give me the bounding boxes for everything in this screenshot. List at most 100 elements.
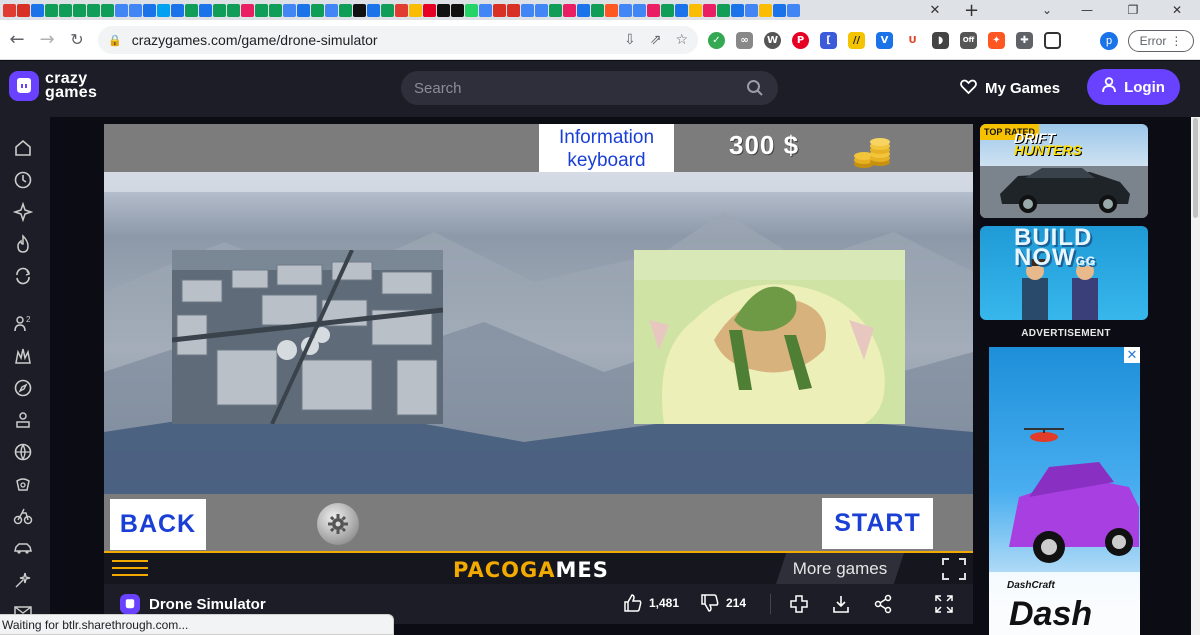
report-icon[interactable]: [788, 593, 810, 615]
dislike-button[interactable]: 214: [700, 593, 746, 613]
search-input[interactable]: [414, 79, 714, 97]
hamburger-menu-icon[interactable]: [112, 560, 148, 578]
pinned-tab-favicon-icon[interactable]: [409, 3, 422, 17]
pinned-tab-favicon-icon[interactable]: [73, 3, 86, 17]
forward-arrow-icon[interactable]: →: [32, 25, 62, 55]
bookmark-star-icon[interactable]: ☆: [675, 32, 688, 48]
recent-icon[interactable]: [12, 169, 34, 191]
wordpress-extension-icon[interactable]: W: [764, 31, 781, 49]
error-button[interactable]: Error ⋮: [1128, 30, 1194, 52]
pinned-tab-favicon-icon[interactable]: [577, 3, 590, 17]
my-games-link[interactable]: My Games: [960, 79, 1060, 98]
fullscreen-corners-icon[interactable]: [942, 558, 966, 585]
stripes-extension-icon[interactable]: //: [848, 31, 865, 49]
shooting-icon[interactable]: [12, 569, 34, 591]
check-extension-icon[interactable]: ✓: [708, 31, 725, 49]
pinned-tab-favicon-icon[interactable]: [549, 3, 562, 17]
pinned-tab-favicon-icon[interactable]: [675, 3, 688, 17]
game-canvas[interactable]: Information keyboard 300 $ BACK START: [104, 124, 973, 551]
pinned-tab-favicon-icon[interactable]: [31, 3, 44, 17]
settings-gear-button[interactable]: [317, 503, 359, 545]
pinned-tab-favicon-icon[interactable]: [773, 3, 786, 17]
pinned-tab-favicon-icon[interactable]: [367, 3, 380, 17]
adventure-icon[interactable]: [12, 377, 34, 399]
back-arrow-icon[interactable]: ←: [2, 25, 32, 55]
install-icon[interactable]: ⇩: [624, 32, 636, 48]
drift-hunters-game-card[interactable]: TOP RATED DRIFT HUNTERS: [980, 124, 1148, 218]
close-window-icon[interactable]: ✕: [1154, 0, 1200, 20]
pinned-tab-favicon-icon[interactable]: [745, 3, 758, 17]
action-icon[interactable]: [12, 345, 34, 367]
fullscreen-icon[interactable]: [933, 593, 955, 615]
pinned-tab-favicon-icon[interactable]: [563, 3, 576, 17]
scrollbar-thumb[interactable]: [1193, 118, 1198, 218]
pinned-tab-favicon-icon[interactable]: [633, 3, 646, 17]
pinned-tab-favicon-icon[interactable]: [255, 3, 268, 17]
pinned-tab-favicon-icon[interactable]: [661, 3, 674, 17]
restore-icon[interactable]: ❐: [1110, 0, 1156, 20]
new-tab-button[interactable]: +: [964, 0, 979, 21]
pinned-tab-favicon-icon[interactable]: [507, 3, 520, 17]
pinned-tab-favicon-icon[interactable]: [465, 3, 478, 17]
pinned-tab-favicon-icon[interactable]: [45, 3, 58, 17]
pinned-tab-favicon-icon[interactable]: [353, 3, 366, 17]
side-panel-icon[interactable]: [1044, 31, 1061, 49]
pinned-tab-favicon-icon[interactable]: [381, 3, 394, 17]
pinned-tab-favicon-icon[interactable]: [451, 3, 464, 17]
pinned-tab-favicon-icon[interactable]: [521, 3, 534, 17]
build-now-game-card[interactable]: BUILD NOWGG: [980, 226, 1148, 320]
address-bar[interactable]: 🔒 crazygames.com/game/drone-simulator ⇩ …: [98, 26, 698, 54]
casual-icon[interactable]: [12, 473, 34, 495]
u-extension-icon[interactable]: U: [904, 31, 921, 49]
pinned-tab-favicon-icon[interactable]: [241, 3, 254, 17]
pinned-tab-favicon-icon[interactable]: [17, 3, 30, 17]
pinned-tab-favicon-icon[interactable]: [101, 3, 114, 17]
pinned-tab-favicon-icon[interactable]: [185, 3, 198, 17]
information-keyboard-button[interactable]: Information keyboard: [539, 124, 674, 172]
bike-icon[interactable]: [12, 505, 34, 527]
tab-close-icon[interactable]: ✕: [926, 1, 944, 19]
profile-avatar[interactable]: p: [1100, 32, 1118, 50]
pinned-tab-favicon-icon[interactable]: [143, 3, 156, 17]
pinned-tab-favicon-icon[interactable]: [115, 3, 128, 17]
pinned-tab-favicon-icon[interactable]: [129, 3, 142, 17]
minimize-icon[interactable]: —: [1064, 0, 1110, 20]
hat-extension-icon[interactable]: ◗: [932, 31, 949, 49]
bracket-extension-icon[interactable]: [: [820, 31, 837, 49]
login-button[interactable]: Login: [1087, 69, 1180, 105]
home-icon[interactable]: [12, 137, 34, 159]
pinterest-extension-icon[interactable]: P: [792, 31, 809, 49]
pinned-tab-favicon-icon[interactable]: [283, 3, 296, 17]
pinned-tab-favicon-icon[interactable]: [535, 3, 548, 17]
pinned-tab-favicon-icon[interactable]: [605, 3, 618, 17]
idle-icon[interactable]: [12, 409, 34, 431]
pinned-tab-favicon-icon[interactable]: [87, 3, 100, 17]
search-icon[interactable]: [746, 79, 764, 102]
new-icon[interactable]: [12, 201, 34, 223]
pinned-tab-favicon-icon[interactable]: [731, 3, 744, 17]
pinned-tab-favicon-icon[interactable]: [647, 3, 660, 17]
pinned-tab-favicon-icon[interactable]: [311, 3, 324, 17]
pinned-tab-favicon-icon[interactable]: [689, 3, 702, 17]
shield-extension-icon[interactable]: V: [876, 31, 893, 49]
pinned-tab-favicon-icon[interactable]: [759, 3, 772, 17]
pinned-tab-favicon-icon[interactable]: [59, 3, 72, 17]
pinned-tab-favicon-icon[interactable]: [213, 3, 226, 17]
pinned-tab-favicon-icon[interactable]: [171, 3, 184, 17]
ad-close-icon[interactable]: ✕: [1124, 347, 1140, 363]
pinned-tab-favicon-icon[interactable]: [437, 3, 450, 17]
pinned-tab-favicon-icon[interactable]: [493, 3, 506, 17]
pinned-tab-favicon-icon[interactable]: [787, 3, 800, 17]
sports-icon[interactable]: [12, 441, 34, 463]
glasses-extension-icon[interactable]: ∞: [736, 31, 753, 49]
start-button[interactable]: START: [822, 498, 933, 549]
city-map-option[interactable]: [172, 250, 443, 424]
download-icon[interactable]: [830, 593, 852, 615]
pinned-tab-favicon-icon[interactable]: [157, 3, 170, 17]
pinned-tab-favicon-icon[interactable]: [269, 3, 282, 17]
off-extension-icon[interactable]: Off: [960, 31, 977, 49]
pinned-tab-favicon-icon[interactable]: [3, 3, 16, 17]
advertisement-banner[interactable]: DashCraft Dash: [989, 347, 1140, 635]
multiplayer-icon[interactable]: 2: [12, 313, 34, 335]
pinned-tab-favicon-icon[interactable]: [619, 3, 632, 17]
